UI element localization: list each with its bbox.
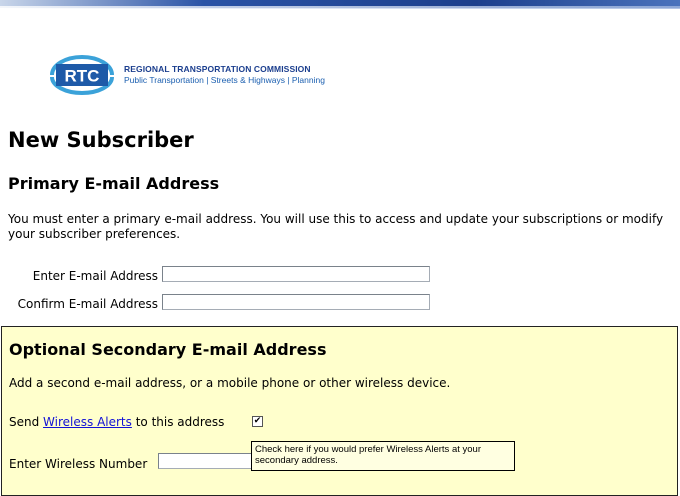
secondary-email-heading: Optional Secondary E-mail Address: [9, 340, 327, 359]
primary-email-intro: You must enter a primary e-mail address.…: [8, 212, 664, 241]
confirm-email-field[interactable]: [162, 294, 430, 310]
organization-block: REGIONAL TRANSPORTATION COMMISSION Publi…: [124, 64, 325, 86]
check-mark-icon: ✔: [253, 416, 262, 426]
page-title: New Subscriber: [8, 128, 194, 152]
wireless-alerts-row: Send Wireless Alerts to this address: [9, 415, 224, 429]
email-field[interactable]: [162, 266, 430, 282]
organization-name: REGIONAL TRANSPORTATION COMMISSION: [124, 64, 311, 74]
wireless-alerts-link[interactable]: Wireless Alerts: [43, 415, 132, 429]
primary-email-heading: Primary E-mail Address: [8, 174, 220, 193]
organization-tagline: Public Transportation | Streets & Highwa…: [124, 75, 325, 85]
secondary-email-panel: Optional Secondary E-mail Address Add a …: [1, 326, 678, 496]
confirm-email-label: Confirm E-mail Address: [17, 297, 158, 311]
logo-text: RTC: [65, 67, 100, 86]
wireless-number-label: Enter Wireless Number: [9, 457, 148, 471]
secondary-email-description: Add a second e-mail address, or a mobile…: [9, 376, 451, 390]
wireless-alerts-tooltip: Check here if you would prefer Wireless …: [251, 441, 515, 471]
wireless-number-field[interactable]: [158, 453, 252, 469]
send-suffix: to this address: [131, 415, 225, 429]
send-prefix: Send: [9, 415, 44, 429]
wireless-alerts-checkbox[interactable]: ✔: [252, 416, 263, 427]
top-banner-shine: [0, 6, 680, 9]
email-label: Enter E-mail Address: [32, 269, 158, 283]
rtc-logo[interactable]: RTC: [46, 55, 118, 95]
